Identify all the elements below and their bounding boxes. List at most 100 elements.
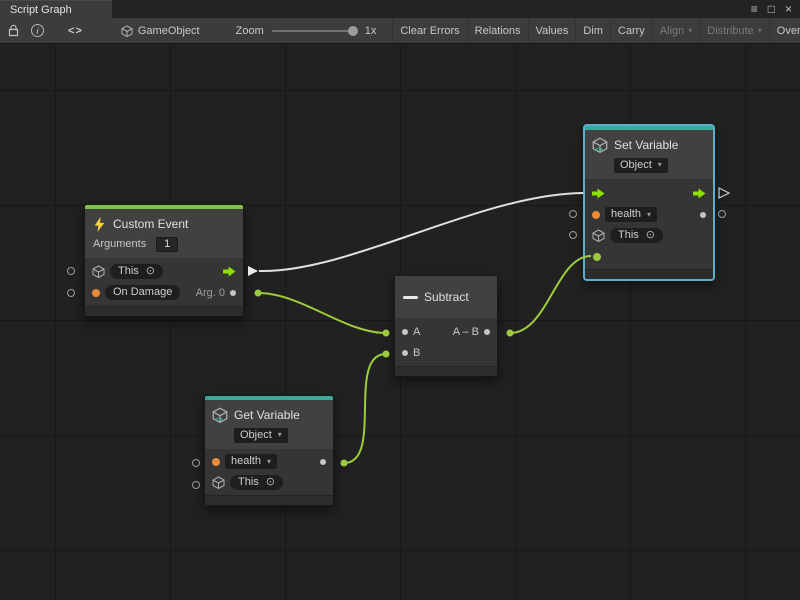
target-picker-icon[interactable]: ⊙	[646, 230, 655, 241]
node-subtract[interactable]: Subtract A A – B B	[394, 275, 498, 377]
subtract-icon	[403, 296, 418, 299]
relations-button[interactable]: Relations	[467, 18, 528, 44]
port-arg0-out[interactable]	[255, 290, 262, 297]
cube-icon	[121, 25, 133, 37]
input-b-label: B	[413, 347, 420, 359]
clear-errors-button[interactable]: Clear Errors	[392, 18, 466, 44]
cube-icon	[592, 229, 605, 242]
variable-kind-dropdown[interactable]: Object▾	[614, 158, 668, 173]
code-view-icon[interactable]: <>	[68, 25, 83, 37]
svg-text:<>: <>	[215, 416, 223, 423]
wire-subtract-result-to-setvariable-value[interactable]	[510, 256, 591, 333]
value-in-port-icon[interactable]	[593, 253, 601, 261]
lock-icon[interactable]	[8, 24, 19, 37]
node-set-variable[interactable]: <> Set Variable Object▾ health▾ This⊙	[584, 125, 714, 280]
port-customevent-target-in[interactable]	[68, 268, 75, 275]
tab-title: Script Graph	[10, 4, 72, 16]
cube-icon	[212, 476, 225, 489]
string-port-icon[interactable]	[92, 289, 100, 297]
port-row-flow	[585, 183, 713, 204]
node-footer	[205, 495, 333, 505]
port-getvariable-target-in[interactable]	[193, 482, 200, 489]
port-row-a: A A – B	[395, 321, 497, 342]
distribute-button: Distribute▾	[699, 18, 768, 44]
port-row-b: B	[395, 342, 497, 363]
port-row-target: This⊙	[205, 472, 333, 493]
graph-canvas[interactable]: Custom Event Arguments 1 This⊙ On Damage…	[0, 44, 800, 600]
this-object-picker[interactable]: This⊙	[110, 264, 163, 279]
cube-icon	[92, 265, 105, 278]
zoom-value: 1x	[365, 25, 377, 37]
target-picker-icon[interactable]: ⊙	[146, 266, 155, 277]
node-footer	[85, 306, 243, 316]
zoom-slider[interactable]	[272, 30, 358, 32]
lightning-icon	[92, 217, 107, 232]
string-port-icon[interactable]	[592, 211, 600, 219]
flow-out-arrow-icon[interactable]	[223, 266, 236, 277]
port-setvariable-value-out[interactable]	[719, 211, 726, 218]
port-setvariable-flow-out[interactable]	[719, 188, 729, 198]
input-a-port-icon[interactable]	[402, 329, 408, 335]
port-subtract-a-in[interactable]	[383, 330, 390, 337]
node-get-variable[interactable]: <> Get Variable Object▾ health▾ This⊙	[204, 395, 334, 506]
port-setvariable-name-in[interactable]	[570, 211, 577, 218]
info-icon[interactable]: i	[31, 24, 44, 37]
port-customevent-name-in[interactable]	[68, 290, 75, 297]
zoom-label: Zoom	[236, 25, 264, 37]
this-object-picker[interactable]: This⊙	[230, 475, 283, 490]
event-name-field[interactable]: On Damage	[105, 285, 180, 300]
port-row-name: health▾	[205, 451, 333, 472]
input-a-label: A	[413, 326, 420, 338]
port-row-name: health▾	[585, 204, 713, 225]
tab-script-graph[interactable]: Script Graph	[0, 0, 112, 18]
gameobject-label: GameObject	[138, 25, 200, 37]
dim-button[interactable]: Dim	[575, 18, 610, 44]
arg0-port-icon[interactable]	[230, 290, 236, 296]
variable-cube-icon: <>	[212, 407, 228, 423]
port-getvariable-name-in[interactable]	[193, 460, 200, 467]
this-object-picker[interactable]: This⊙	[610, 228, 663, 243]
wire-flow-customevent-to-setvariable[interactable]	[259, 193, 583, 271]
node-custom-event[interactable]: Custom Event Arguments 1 This⊙ On Damage…	[84, 204, 244, 317]
variable-kind-dropdown[interactable]: Object▾	[234, 428, 288, 443]
flow-in-arrow-icon[interactable]	[592, 188, 605, 199]
carry-button[interactable]: Carry	[610, 18, 652, 44]
node-title: Subtract	[424, 290, 469, 304]
chevron-down-icon: ▾	[647, 211, 651, 219]
port-row-event-name: On Damage Arg. 0	[85, 282, 243, 303]
window-maximize-icon[interactable]: □	[768, 3, 775, 15]
result-label: A – B	[453, 326, 479, 338]
value-out-port-icon[interactable]	[700, 212, 706, 218]
overview-button[interactable]: Overview	[769, 18, 800, 44]
window-close-icon[interactable]: ×	[785, 3, 792, 15]
wire-getvariable-to-subtract-b[interactable]	[344, 354, 386, 463]
port-row-value-input	[585, 246, 713, 267]
flow-out-arrow-icon[interactable]	[693, 188, 706, 199]
node-title: Set Variable	[614, 138, 678, 152]
port-subtract-b-in[interactable]	[383, 351, 390, 358]
value-out-port-icon[interactable]	[320, 459, 326, 465]
result-port-icon[interactable]	[484, 329, 490, 335]
port-setvariable-target-in[interactable]	[570, 232, 577, 239]
window-menu-icon[interactable]: ≡	[751, 3, 758, 15]
values-button[interactable]: Values	[528, 18, 576, 44]
variable-name-dropdown[interactable]: health▾	[225, 454, 277, 469]
node-footer	[395, 366, 497, 376]
target-picker-icon[interactable]: ⊙	[266, 477, 275, 488]
port-subtract-result-out[interactable]	[507, 330, 514, 337]
input-b-port-icon[interactable]	[402, 350, 408, 356]
node-title: Custom Event	[113, 217, 188, 231]
string-port-icon[interactable]	[212, 458, 220, 466]
variable-name-dropdown[interactable]: health▾	[605, 207, 657, 222]
port-row-target: This⊙	[585, 225, 713, 246]
port-getvariable-value-out[interactable]	[341, 460, 348, 467]
node-footer	[585, 269, 713, 279]
arguments-input[interactable]: 1	[156, 237, 178, 252]
gameobject-reference[interactable]: GameObject	[121, 25, 200, 37]
port-row-target: This⊙	[85, 261, 243, 282]
port-customevent-flow-out[interactable]	[248, 266, 258, 276]
node-title: Get Variable	[234, 408, 300, 422]
zoom-slider-knob[interactable]	[348, 26, 358, 36]
chevron-down-icon: ▾	[658, 161, 662, 169]
wire-arg0-to-subtract-a[interactable]	[258, 293, 386, 333]
